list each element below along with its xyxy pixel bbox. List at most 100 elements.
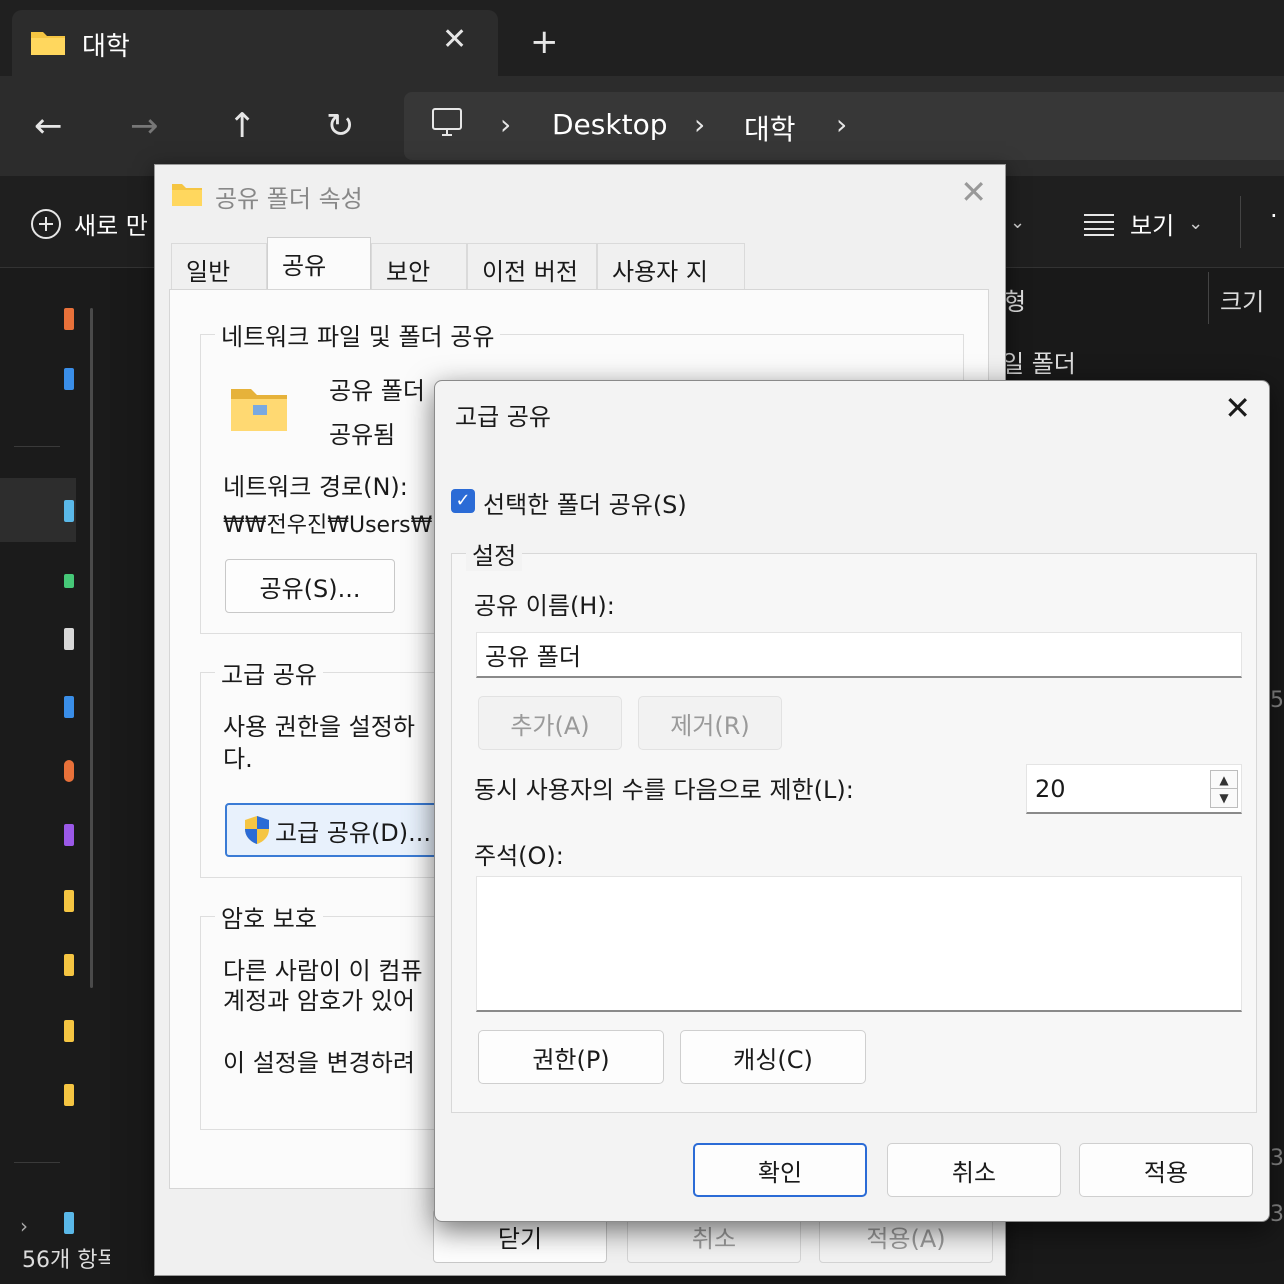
advanced-sharing-dialog: 고급 공유 ✕ ✓ 선택한 폴더 공유(S) 설정 공유 이름(H): 추가(A… [434, 380, 1270, 1222]
chevron-down-icon[interactable]: ⌄ [1010, 212, 1025, 233]
sidebar-item-icon[interactable] [64, 954, 74, 976]
column-separator[interactable] [1208, 272, 1209, 324]
navigation-bar: ← → ↑ ↻ › Desktop › 대학 › [0, 76, 1284, 176]
breadcrumb-daehak[interactable]: 대학 [744, 108, 796, 148]
view-button-label: 보기 [1130, 212, 1175, 240]
add-button[interactable]: 추가(A) [478, 696, 622, 750]
chevron-right-icon[interactable]: › [20, 1214, 28, 1238]
more-options-icon[interactable]: · [1270, 202, 1278, 230]
new-button-label: 새로 만 [74, 212, 148, 240]
up-icon[interactable]: ↑ [228, 106, 257, 146]
spin-buttons: ▲ ▼ [1210, 770, 1238, 808]
share-state: 공유됨 [329, 421, 396, 449]
share-name-input[interactable] [476, 632, 1242, 678]
forward-icon[interactable]: → [130, 106, 159, 146]
advanced-sharing-button-label: 고급 공유(D)... [275, 818, 432, 847]
ok-button[interactable]: 확인 [693, 1143, 867, 1197]
dialog-title: 고급 공유 [455, 403, 551, 431]
address-bar[interactable]: › Desktop › 대학 › [404, 92, 1284, 160]
refresh-icon[interactable]: ↻ [326, 106, 355, 146]
list-item-type: 일 폴더 [1002, 350, 1076, 378]
comment-label: 주석(O): [474, 842, 564, 870]
share-button[interactable]: 공유(S)... [225, 559, 395, 613]
group-title: 네트워크 파일 및 폴더 공유 [215, 317, 501, 352]
back-icon[interactable]: ← [34, 106, 63, 146]
apply-button[interactable]: 적용 [1079, 1143, 1253, 1197]
advanced-sharing-button[interactable]: 고급 공유(D)... [225, 803, 465, 857]
sidebar-divider [14, 1162, 60, 1163]
new-tab-button[interactable]: + [530, 22, 559, 62]
folder-icon [30, 28, 66, 60]
network-path-value: ₩₩전우진₩Users₩ [223, 513, 433, 538]
network-path-label: 네트워크 경로(N): [223, 473, 408, 501]
tab-bar: 대학 ✕ + [0, 0, 1284, 76]
group-title: 고급 공유 [215, 655, 323, 690]
tab-close-icon[interactable]: ✕ [442, 22, 467, 57]
tab-title: 대학 [82, 32, 130, 62]
user-limit-label: 동시 사용자의 수를 다음으로 제한(L): [474, 776, 854, 804]
sidebar-item-icon[interactable] [64, 696, 74, 718]
group-title: 암호 보호 [215, 899, 323, 934]
view-list-icon [1084, 213, 1114, 236]
list-item-size: 3, [1270, 1202, 1284, 1227]
share-name-label: 공유 이름(H): [474, 592, 615, 620]
chevron-down-icon: ⌄ [1188, 213, 1204, 234]
sidebar-divider [14, 446, 60, 447]
sidebar-item-icon[interactable] [64, 308, 74, 330]
group-title: 설정 [466, 536, 523, 571]
column-header-size[interactable]: 크기 [1220, 282, 1264, 317]
status-item-count: 56개 항목 [22, 1248, 118, 1273]
spin-down-icon[interactable]: ▼ [1211, 789, 1237, 807]
tab-customize[interactable]: 사용자 지정 [597, 243, 745, 321]
breadcrumb-chevron-icon[interactable]: › [500, 108, 511, 141]
list-item-size: 3, [1270, 1146, 1284, 1171]
sidebar-item-icon[interactable] [64, 1084, 74, 1106]
plus-circle-icon [31, 208, 61, 239]
spin-up-icon[interactable]: ▲ [1211, 771, 1237, 789]
settings-group: 설정 공유 이름(H): 추가(A) 제거(R) 동시 사용자의 수를 다음으로… [451, 536, 1257, 1113]
close-icon[interactable]: ✕ [1224, 389, 1251, 427]
caching-button[interactable]: 캐싱(C) [680, 1030, 866, 1084]
password-description: 이 설정을 변경하려 [223, 1049, 415, 1077]
tab-security[interactable]: 보안 [371, 243, 467, 289]
column-header-type[interactable]: 형 [1004, 282, 1026, 317]
navigation-pane: › [0, 268, 110, 1284]
permissions-button[interactable]: 권한(P) [478, 1030, 664, 1084]
shared-folder-icon [229, 383, 289, 437]
sidebar-item-icon[interactable] [64, 368, 74, 390]
share-folder-checkbox[interactable]: ✓ [451, 489, 475, 513]
share-folder-checkbox-label[interactable]: 선택한 폴더 공유(S) [483, 485, 687, 520]
password-description: 계정과 암호가 있어 [223, 987, 415, 1015]
comment-textarea[interactable] [476, 876, 1242, 1012]
dialog-title: 공유 폴더 속성 [215, 185, 363, 213]
tab-previous-versions[interactable]: 이전 버전 [467, 243, 597, 289]
tab-daehak[interactable]: 대학 ✕ [12, 10, 498, 76]
advanced-description: 다. [223, 745, 253, 773]
new-button[interactable]: 새로 만 [30, 206, 148, 241]
command-separator [1240, 196, 1241, 248]
shared-folder-name: 공유 폴더 [329, 377, 425, 405]
breadcrumb-desktop[interactable]: Desktop [552, 108, 667, 141]
sidebar-item-icon[interactable] [64, 1020, 74, 1042]
sidebar-item-icon[interactable] [64, 1212, 74, 1234]
cancel-button[interactable]: 취소 [887, 1143, 1061, 1197]
tab-sharing[interactable]: 공유 [267, 237, 371, 291]
sidebar-item-icon[interactable] [64, 500, 74, 522]
uac-shield-icon [245, 816, 269, 844]
breadcrumb-chevron-icon[interactable]: › [694, 108, 705, 141]
sidebar-item-icon[interactable] [64, 760, 74, 782]
user-limit-stepper[interactable]: ▲ ▼ [1026, 764, 1242, 814]
sidebar-item-icon[interactable] [64, 824, 74, 846]
breadcrumb-chevron-icon[interactable]: › [836, 108, 847, 141]
tab-general[interactable]: 일반 [171, 243, 267, 289]
sidebar-item-icon[interactable] [64, 574, 74, 588]
sidebar-item-icon[interactable] [64, 628, 74, 650]
sidebar-scrollbar[interactable] [90, 308, 93, 988]
close-icon[interactable]: ✕ [960, 173, 987, 211]
computer-icon[interactable] [430, 106, 464, 144]
view-button[interactable]: 보기 ⌄ [1082, 206, 1203, 241]
list-item-size: 5, [1270, 688, 1284, 713]
remove-button[interactable]: 제거(R) [638, 696, 782, 750]
sidebar-item-icon[interactable] [64, 890, 74, 912]
advanced-description: 사용 권한을 설정하 [223, 713, 415, 741]
